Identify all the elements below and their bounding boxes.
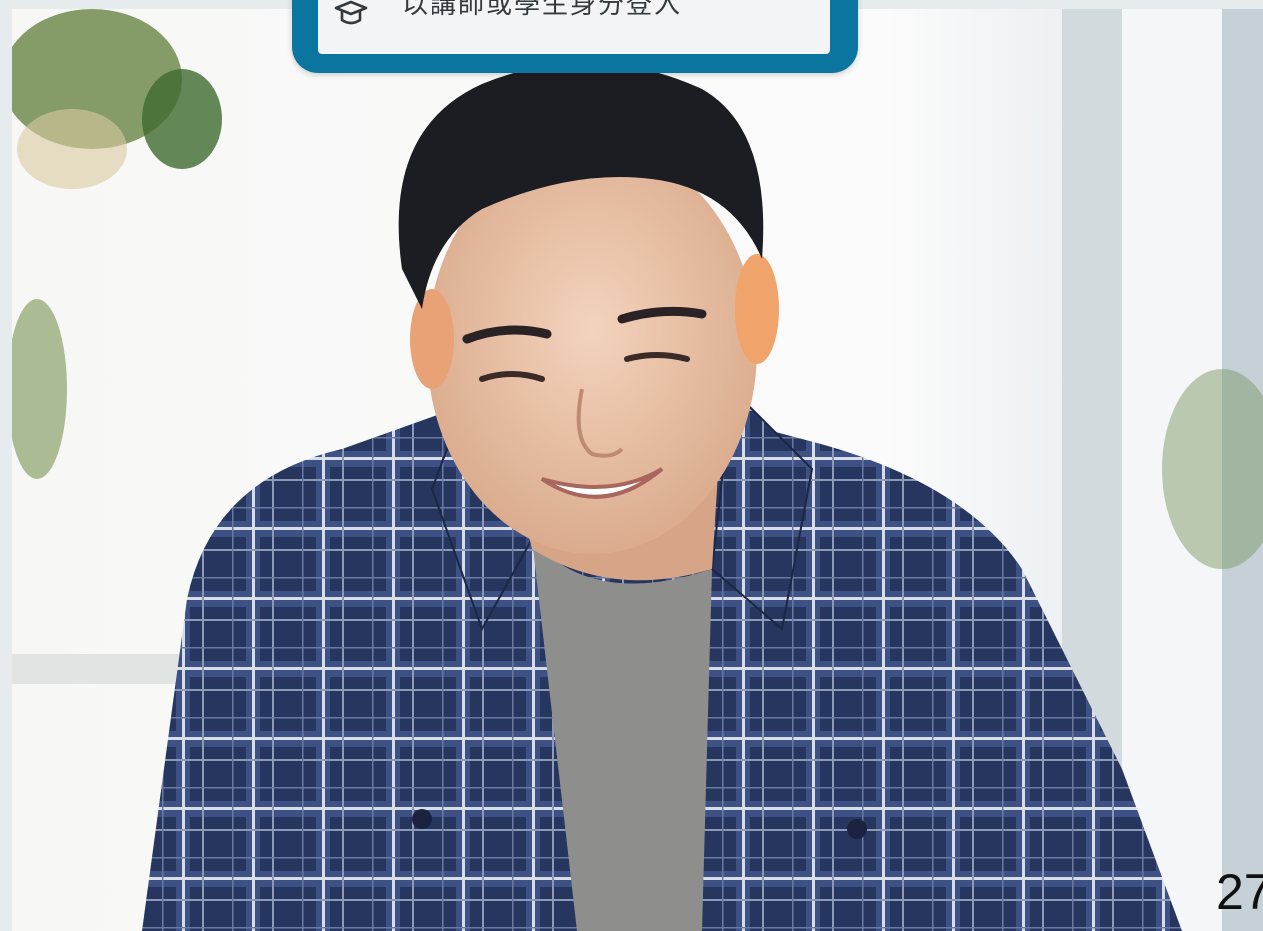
background-photo: [12, 9, 1263, 931]
slide-number: 27: [1216, 864, 1263, 920]
slide-page: 以講師或學生身分登入 27: [0, 0, 1263, 931]
login-callout: 以講師或學生身分登入: [292, 0, 876, 73]
graduation-cap-icon: [334, 0, 368, 28]
man-smiling-photo: [12, 9, 1263, 931]
login-option-label: 以講師或學生身分登入: [402, 0, 683, 19]
login-as-instructor-or-student-button[interactable]: 以講師或學生身分登入: [318, 0, 830, 54]
